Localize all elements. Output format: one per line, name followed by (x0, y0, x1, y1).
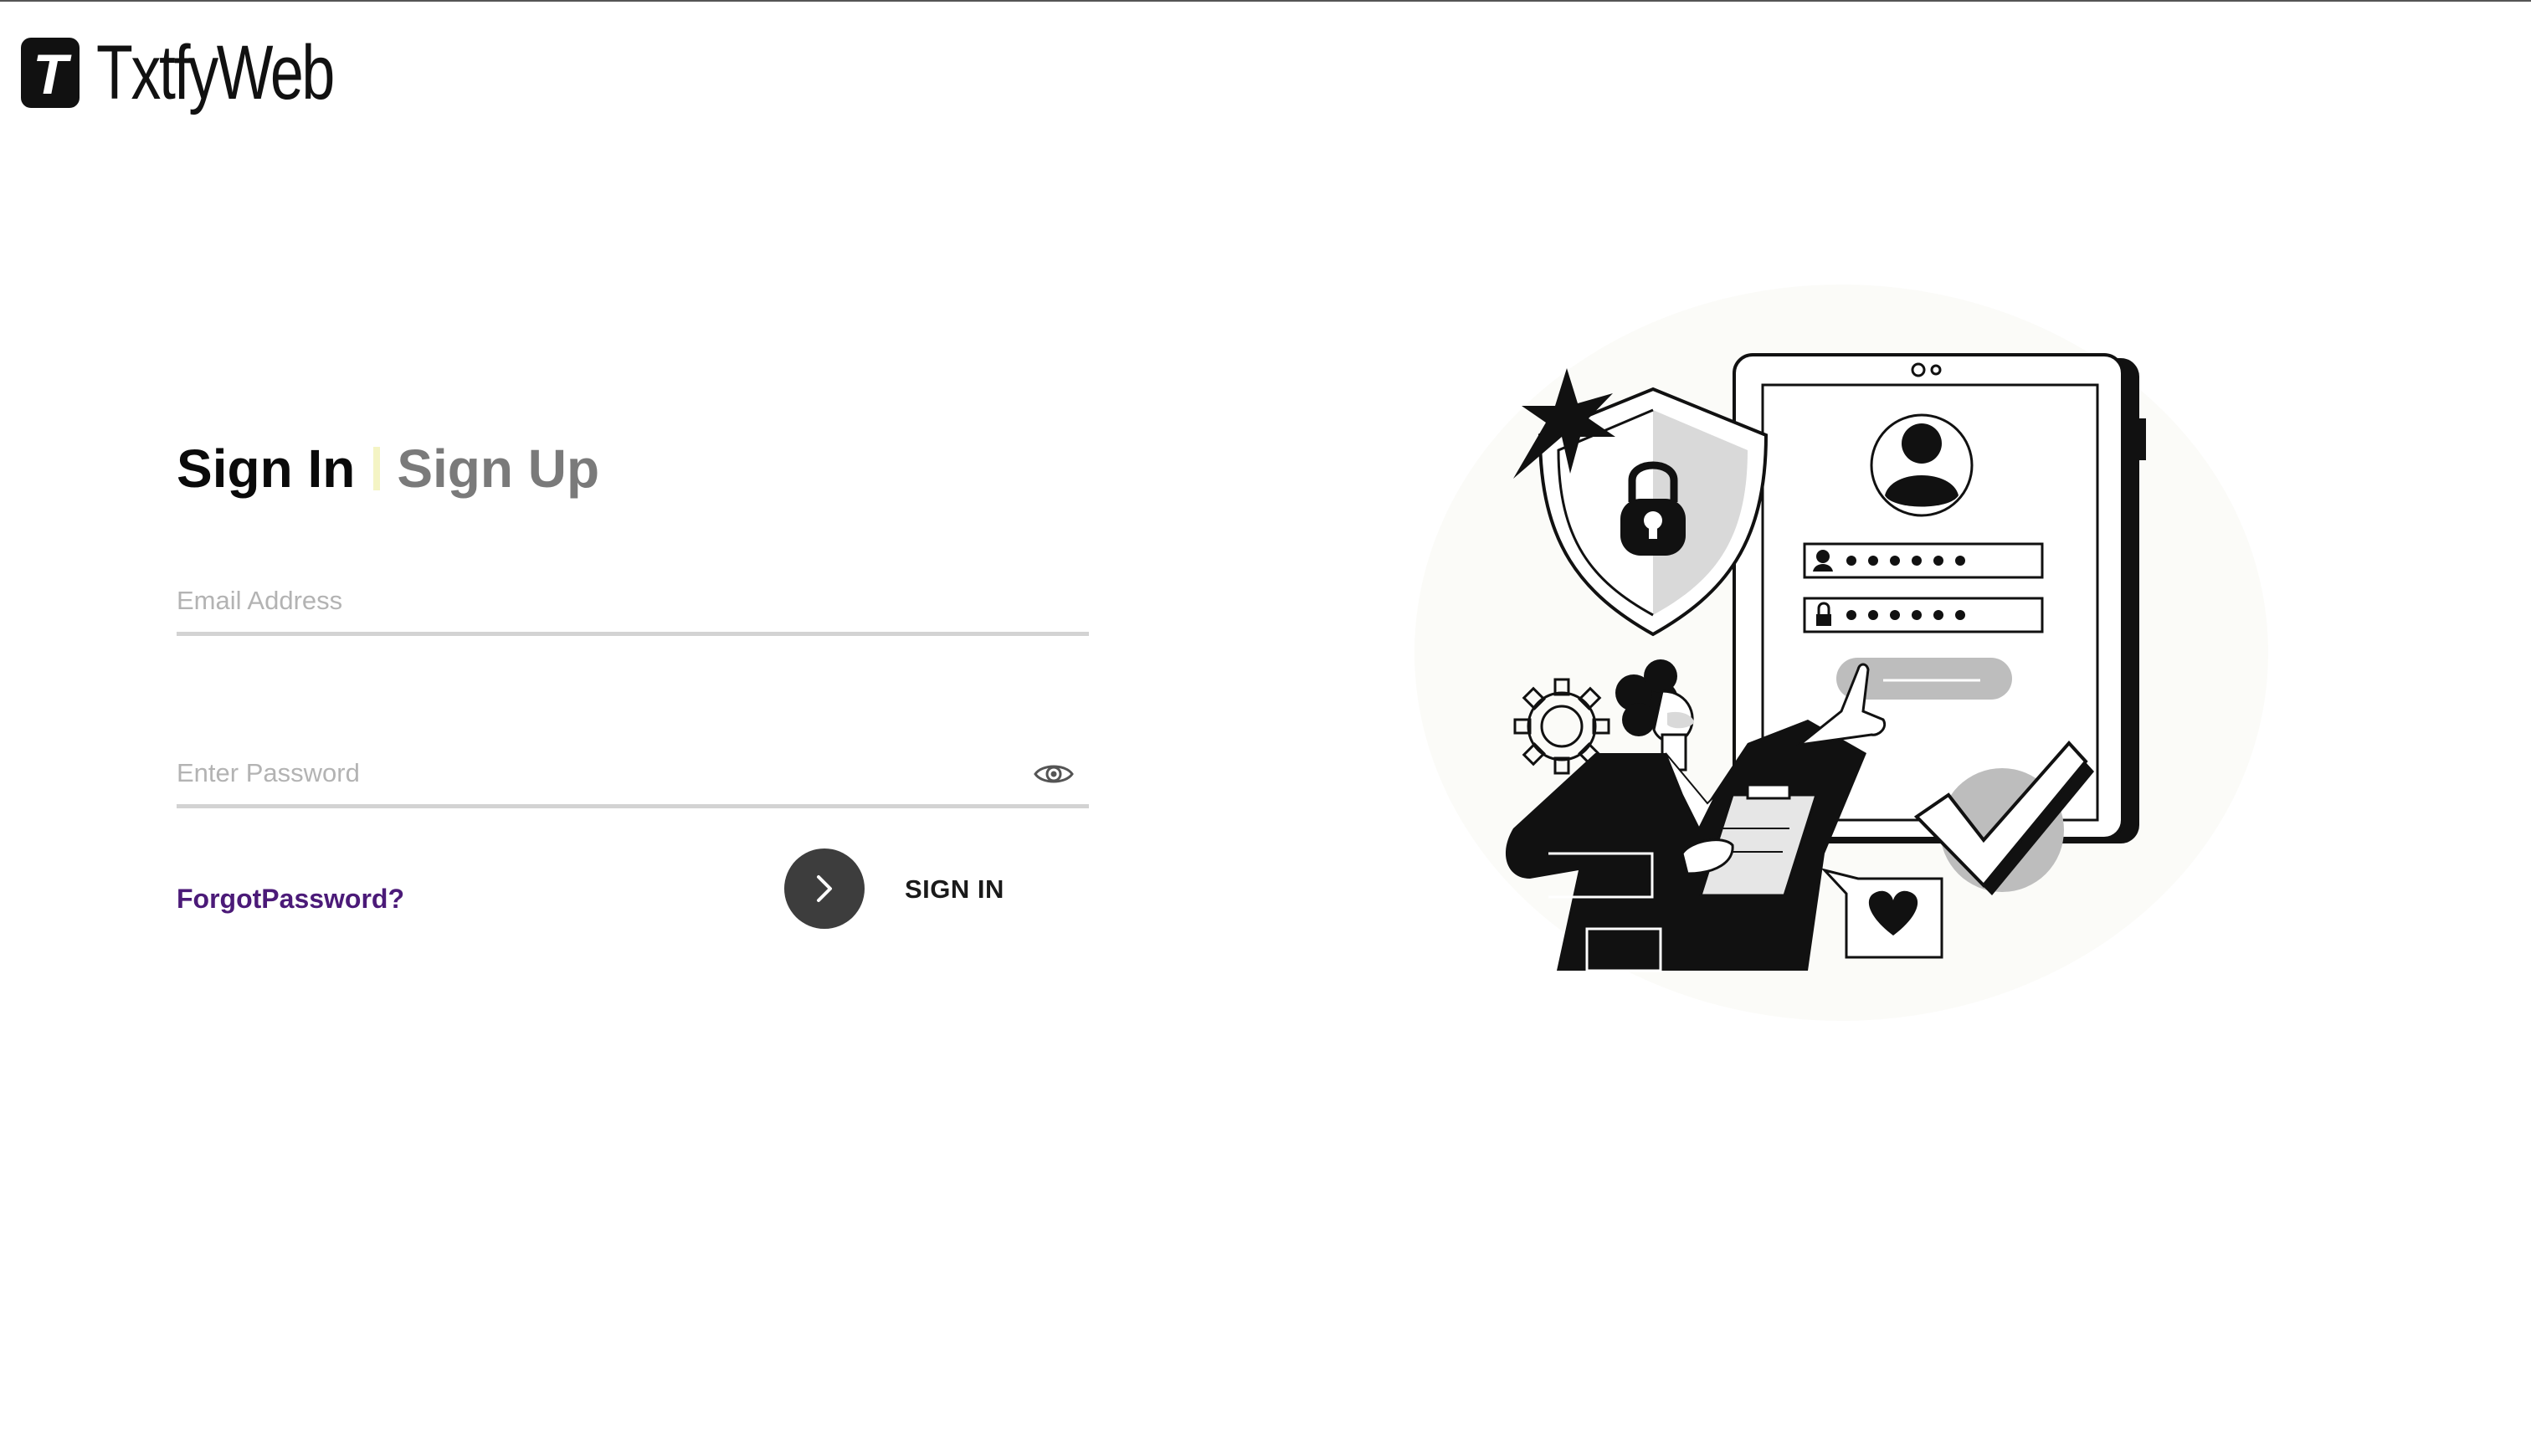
email-field-group (177, 580, 1089, 636)
tab-sign-in[interactable]: Sign In (177, 442, 355, 495)
brand-logo[interactable]: T TxtfyWeb (21, 30, 400, 115)
top-rule (0, 0, 2531, 2)
tab-separator (373, 447, 381, 490)
tab-sign-up[interactable]: Sign Up (397, 442, 599, 495)
chevron-right-icon (817, 875, 832, 902)
logo-letter: T (33, 43, 68, 106)
forgot-password-link[interactable]: ForgotPassword? (177, 885, 404, 912)
password-input[interactable] (177, 752, 1089, 794)
sign-in-arrow-button[interactable] (784, 848, 865, 929)
login-illustration (1414, 285, 2268, 1021)
auth-tabs: Sign In Sign Up (177, 435, 599, 502)
brand-name: TxtfyWeb (96, 30, 335, 115)
password-underline (177, 804, 1089, 808)
logo-mark: T (21, 38, 80, 108)
sign-in-button-label[interactable]: SIGN IN (905, 876, 1004, 902)
password-field-group (177, 752, 1089, 808)
email-underline (177, 632, 1089, 636)
eye-icon[interactable] (1034, 761, 1074, 787)
email-input[interactable] (177, 580, 1089, 622)
